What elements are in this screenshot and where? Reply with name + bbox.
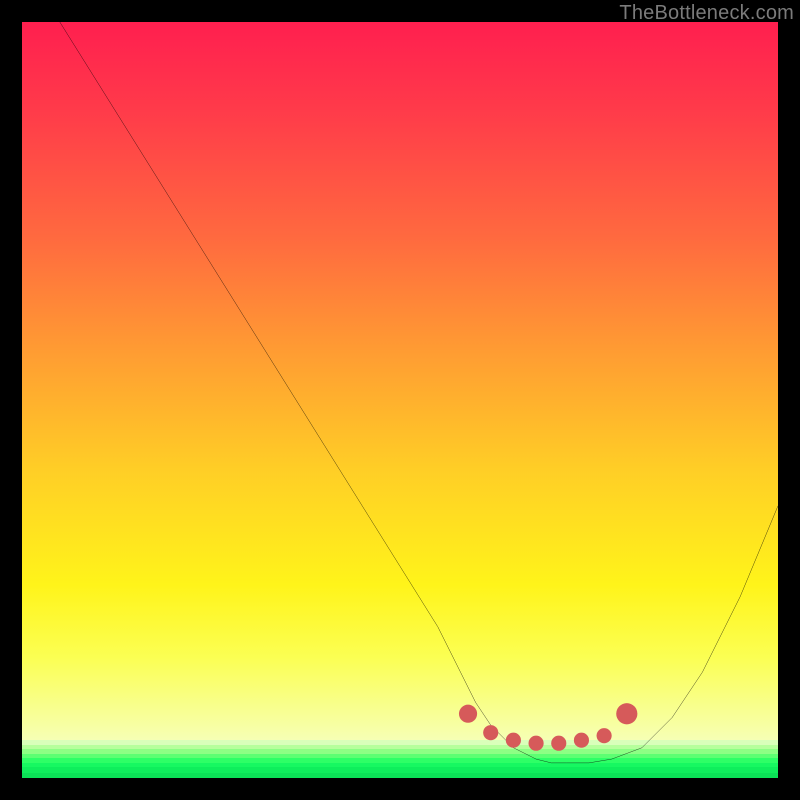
- chart-frame: TheBottleneck.com: [0, 0, 800, 800]
- green-band-zone: [22, 22, 778, 778]
- plot-area: [22, 22, 778, 778]
- watermark-text: TheBottleneck.com: [619, 2, 794, 25]
- green-band: [22, 773, 778, 778]
